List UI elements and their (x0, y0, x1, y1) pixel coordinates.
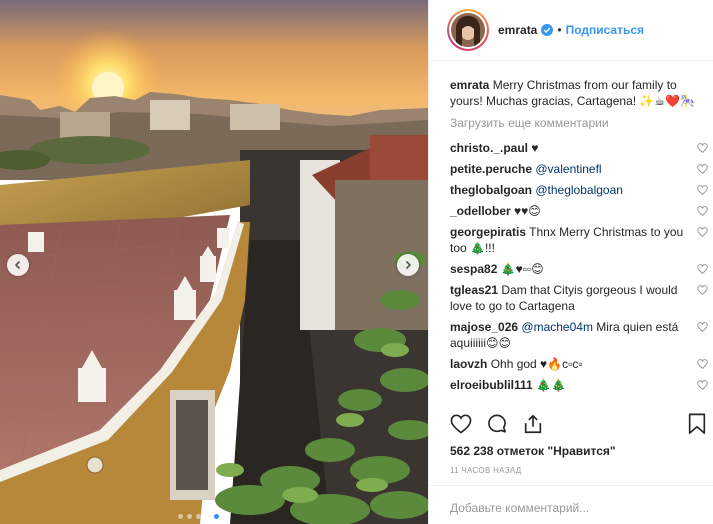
like-button[interactable] (450, 414, 472, 437)
carousel-dot (223, 514, 228, 519)
comment-mention[interactable]: @valentinefl (535, 162, 601, 176)
comment-text: ♥♥😊 (514, 204, 541, 218)
comment-item: _odellober ♥♥😊 (450, 203, 708, 219)
comment-item: elroeibublil111 🎄🎄 (450, 377, 708, 393)
carousel-next-button[interactable] (397, 254, 419, 276)
share-upload-icon (524, 414, 542, 434)
divider (429, 485, 713, 486)
carousel-dot (214, 514, 219, 519)
cartagena-sunset-photo (0, 0, 428, 524)
comments-list: emrata Merry Christmas from our family t… (450, 77, 708, 393)
comment-username[interactable]: sespa82 (450, 262, 497, 276)
load-more-comments-button[interactable]: Загрузить еще комментарии (450, 116, 708, 132)
comment-mention[interactable]: @mache04m (521, 320, 593, 334)
comment-username[interactable]: laovzh (450, 357, 487, 371)
comment-username[interactable]: tgleas21 (450, 283, 498, 297)
comment-button[interactable] (486, 413, 508, 438)
chevron-right-icon (405, 260, 412, 270)
caption-username[interactable]: emrata (450, 78, 489, 92)
verified-badge-icon (541, 24, 554, 36)
comment-bubble-icon (488, 414, 507, 433)
comment-text: 🎄♥▫▫😊 (500, 262, 544, 276)
comment-text: Ohh god ♥🔥c▫c▫ (490, 357, 583, 371)
comment-item: majose_026 @mache04m Mira quien está aqu… (450, 319, 708, 351)
comment-like-heart-icon[interactable] (697, 285, 708, 295)
comment-item: laovzh Ohh god ♥🔥c▫c▫ (450, 356, 708, 372)
comment-like-heart-icon[interactable] (697, 185, 708, 195)
carousel-dot (178, 514, 183, 519)
bookmark-icon (688, 413, 706, 434)
comment-username[interactable]: petite.peruche (450, 162, 532, 176)
carousel-dots (178, 514, 228, 519)
instagram-post: emrata • Подписаться emrata Merry Christ… (0, 0, 713, 524)
comment-mention[interactable]: @theglobalgoan (535, 183, 623, 197)
share-button[interactable] (522, 413, 544, 438)
post-header: emrata • Подписаться (429, 0, 713, 61)
comment-text: 🎄🎄 (536, 378, 566, 392)
post-actions (450, 413, 558, 438)
post-caption: emrata Merry Christmas from our family t… (450, 77, 708, 109)
comment-text: ♥ (531, 141, 539, 155)
carousel-prev-button[interactable] (7, 254, 29, 276)
follow-button[interactable]: Подписаться (566, 23, 644, 37)
comment-item: christo._.paul ♥ (450, 140, 708, 156)
avatar[interactable] (447, 9, 489, 51)
comment-like-heart-icon[interactable] (697, 322, 708, 332)
comment-username[interactable]: _odellober (450, 204, 511, 218)
comment-like-heart-icon[interactable] (697, 359, 708, 369)
comment-username[interactable]: elroeibublil111 (450, 378, 533, 392)
comment-username[interactable]: theglobalgoan (450, 183, 532, 197)
header-username[interactable]: emrata (498, 23, 537, 37)
comment-like-heart-icon[interactable] (697, 380, 708, 390)
post-photo[interactable] (0, 0, 428, 524)
carousel-dot (196, 514, 201, 519)
likes-count[interactable]: 562 238 отметок "Нравится" (450, 444, 616, 458)
carousel-dot (205, 514, 210, 519)
comment-item: tgleas21 Dam that Cityis gorgeous I woul… (450, 282, 708, 314)
comment-like-heart-icon[interactable] (697, 164, 708, 174)
profile-avatar-image (451, 13, 485, 47)
comment-like-heart-icon[interactable] (697, 264, 708, 274)
post-timestamp[interactable]: 11 ЧАСОВ НАЗАД (450, 466, 521, 475)
comment-username[interactable]: georgepiratis (450, 225, 526, 239)
comment-item: georgepiratis Thnx Merry Christmas to yo… (450, 224, 708, 256)
heart-outline-icon (450, 414, 472, 434)
add-comment-input[interactable]: Добавьте комментарий... (450, 501, 589, 515)
comment-username[interactable]: christo._.paul (450, 141, 528, 155)
carousel-dot (187, 514, 192, 519)
header-separator: • (557, 23, 562, 37)
save-button[interactable] (687, 413, 707, 438)
comment-username[interactable]: majose_026 (450, 320, 518, 334)
comment-item: theglobalgoan @theglobalgoan (450, 182, 708, 198)
post-side-panel: emrata • Подписаться emrata Merry Christ… (428, 0, 713, 524)
comment-like-heart-icon[interactable] (697, 227, 708, 237)
comment-like-heart-icon[interactable] (697, 143, 708, 153)
comment-item: sespa82 🎄♥▫▫😊 (450, 261, 708, 277)
chevron-left-icon (14, 260, 21, 270)
comment-like-heart-icon[interactable] (697, 206, 708, 216)
comment-item: petite.peruche @valentinefl (450, 161, 708, 177)
comment-rows: christo._.paul ♥ petite.peruche @valentin… (450, 140, 708, 393)
